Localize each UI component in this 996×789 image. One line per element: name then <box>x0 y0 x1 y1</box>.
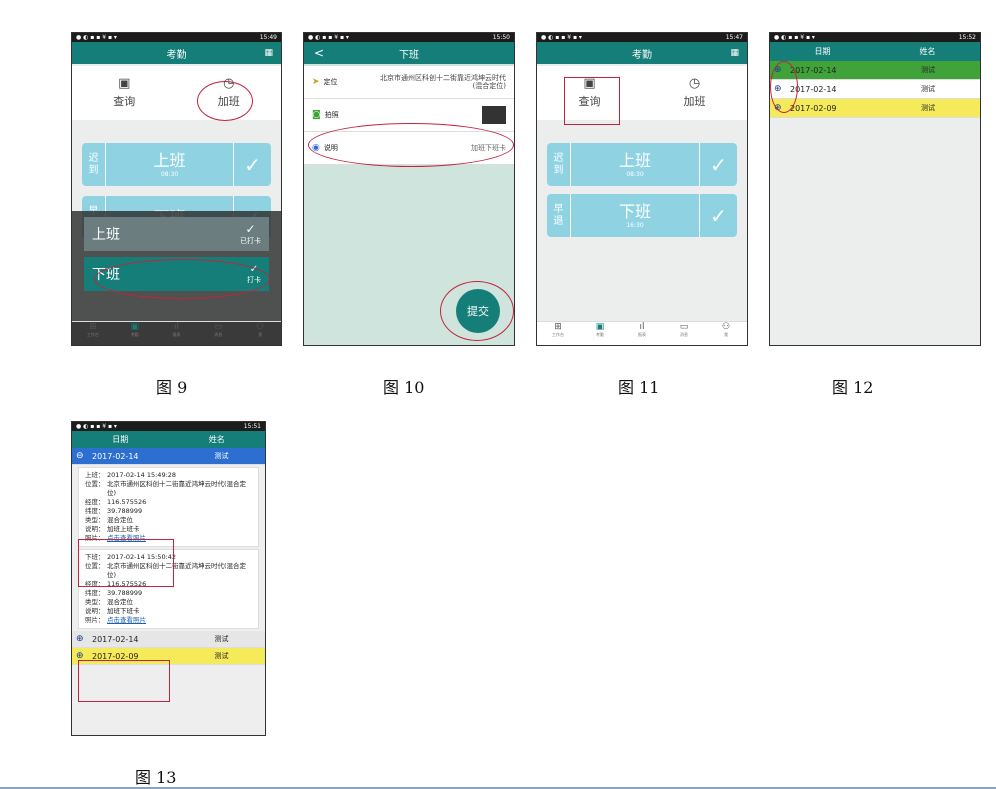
nav-messages[interactable]: ▭ 消息 <box>663 322 705 345</box>
card-title: 上班 <box>618 151 651 170</box>
date-column-header: 日期 <box>112 435 129 444</box>
calendar-icon[interactable]: ▦ <box>264 48 273 58</box>
expand-icon[interactable]: ⊕ <box>76 634 88 644</box>
annotation-circle <box>440 281 514 341</box>
location-label: 定位 <box>323 78 338 86</box>
photo-thumbnail[interactable] <box>482 106 506 124</box>
clock-in-card[interactable]: 迟到 上班 08:30 ✓ <box>547 143 737 186</box>
table-row[interactable]: ⊕ 2017-02-14 测试 <box>770 61 980 80</box>
back-button[interactable]: < <box>314 46 324 60</box>
status-bar: ● ◐ ▪ ▪ ¥ ▪ ▾ 15:47 <box>537 33 747 42</box>
status-bar: ● ◐ ▪ ▪ ¥ ▪ ▾ 15:50 <box>304 33 514 42</box>
status-bar: ● ◐ ▪ ▪ ¥ ▪ ▾ 15:51 <box>72 422 265 431</box>
status-bar: ● ◐ ▪ ▪ ¥ ▪ ▾ 15:49 <box>72 33 281 42</box>
date-column-header: 日期 <box>814 47 831 56</box>
phone-fig13: ● ◐ ▪ ▪ ¥ ▪ ▾ 15:51 日期 姓名 ⊖ 2017-02-14 测试 上班… <box>71 421 266 736</box>
card-title: 上班 <box>153 151 186 170</box>
table-row[interactable]: ⊕ 2017-02-14 测试 <box>72 631 265 648</box>
table-row[interactable]: ⊕ 2017-02-09 测试 <box>770 99 980 118</box>
page-title: 考勤 <box>166 49 187 61</box>
nav-me[interactable]: ⚇ 我 <box>705 322 747 345</box>
location-icon: ➤ <box>312 77 320 87</box>
phone-fig10: ● ◐ ▪ ▪ ¥ ▪ ▾ 15:50 < 下班 ➤ 定位 北京市通州区科创十二街靠… <box>303 32 515 346</box>
name-column-header: 姓名 <box>919 47 936 56</box>
page-title: 下班 <box>399 49 419 61</box>
card-time: 16:30 <box>626 222 644 229</box>
punched-status: ✓ 已打卡 <box>240 222 261 245</box>
caption-fig9: 图 9 <box>156 378 188 397</box>
popup-label: 上班 <box>92 227 120 243</box>
photo-label: 拍照 <box>324 111 339 119</box>
collapse-icon[interactable]: ⊖ <box>76 451 88 461</box>
annotation-box <box>78 660 170 702</box>
bottom-nav: ⊞ 工作台 ▣ 考勤 ıl 报表 ▭ 消息 ⚇ 我 <box>72 321 281 345</box>
table-row[interactable]: ⊕ 2017-02-14 测试 <box>770 80 980 99</box>
card-title: 下班 <box>618 202 651 221</box>
name-column-header: 姓名 <box>208 435 225 444</box>
calendar-icon: ▣ <box>118 76 131 91</box>
clock-in-card[interactable]: 迟到 上班 08:30 ✓ <box>82 143 271 186</box>
card-time: 08:30 <box>626 171 644 178</box>
caption-fig11: 图 11 <box>618 378 660 397</box>
location-row: ➤ 定位 北京市通州区科创十二街靠近鸿坤云时代(混合定位) <box>304 66 514 99</box>
early-label: 早退 <box>547 194 571 237</box>
title-bar: 考勤 ▦ <box>72 42 281 64</box>
camera-icon: ◙ <box>312 110 321 120</box>
nav-me[interactable]: ⚇ 我 <box>239 322 281 345</box>
location-value: 北京市通州区科创十二街靠近鸿坤云时代(混合定位) <box>380 74 506 90</box>
clock-calendar-icon: ◷ <box>688 76 701 91</box>
annotation-circle <box>94 259 270 299</box>
nav-reports[interactable]: ıl 报表 <box>621 322 663 345</box>
phone-fig12: ● ◐ ▪ ▪ ¥ ▪ ▾ 15:52 日期 姓名 ⊕ 2017-02-14 测试 ⊕ 2… <box>769 32 981 346</box>
annotation-circle <box>308 123 514 167</box>
late-label: 迟到 <box>82 143 106 186</box>
annotation-circle <box>770 61 798 113</box>
annotation-box <box>564 77 620 125</box>
phone-fig11: ● ◐ ▪ ▪ ¥ ▪ ▾ 15:47 考勤 ▦ ▣ 查询 ◷ 加班 迟到 上班 08:3… <box>536 32 748 346</box>
clock-out-card[interactable]: 早退 下班 16:30 ✓ <box>547 194 737 237</box>
nav-messages[interactable]: ▭ 消息 <box>197 322 239 345</box>
title-bar: 考勤 ▦ <box>537 42 747 64</box>
calendar-icon[interactable]: ▦ <box>730 48 739 58</box>
bottom-nav: ⊞ 工作台 ▣ 考勤 ıl 报表 ▭ 消息 ⚇ 我 <box>537 321 747 345</box>
nav-reports[interactable]: ıl 报表 <box>156 322 198 345</box>
status-bar: ● ◐ ▪ ▪ ¥ ▪ ▾ 15:52 <box>770 33 980 42</box>
annotation-box <box>78 539 174 587</box>
nav-workbench[interactable]: ⊞ 工作台 <box>72 322 114 345</box>
nav-workbench[interactable]: ⊞ 工作台 <box>537 322 579 345</box>
check-icon: ✓ <box>699 194 737 237</box>
list-header: 日期 姓名 <box>72 431 265 448</box>
check-icon: ✓ <box>233 143 271 186</box>
view-photo-link[interactable]: 点击查看照片 <box>107 616 146 624</box>
expanded-row[interactable]: ⊖ 2017-02-14 测试 <box>72 448 265 465</box>
clock-in-detail: 上班： 2017-02-14 15:49:28 位置： 北京市通州区科创十二街靠近鸿… <box>78 467 259 547</box>
caption-fig12: 图 12 <box>832 378 874 397</box>
late-label: 迟到 <box>547 143 571 186</box>
list-header: 日期 姓名 <box>770 42 980 61</box>
annotation-circle <box>197 81 253 121</box>
caption-fig13: 图 13 <box>135 768 177 787</box>
card-time: 08:30 <box>160 171 179 178</box>
caption-fig10: 图 10 <box>383 378 425 397</box>
title-bar: < 下班 <box>304 42 514 64</box>
tab-query[interactable]: ▣ 查询 <box>72 66 177 120</box>
popup-clock-in[interactable]: 上班 ✓ 已打卡 <box>84 217 269 251</box>
nav-attendance[interactable]: ▣ 考勤 <box>114 322 156 345</box>
tab-overtime[interactable]: ◷ 加班 <box>642 66 747 120</box>
page-title: 考勤 <box>632 49 652 61</box>
phone-fig9: ● ◐ ▪ ▪ ¥ ▪ ▾ 15:49 考勤 ▦ ▣ 查询 ◷ 加班 迟到 上班 08:3… <box>71 32 282 346</box>
nav-attendance[interactable]: ▣ 考勤 <box>579 322 621 345</box>
check-icon: ✓ <box>699 143 737 186</box>
